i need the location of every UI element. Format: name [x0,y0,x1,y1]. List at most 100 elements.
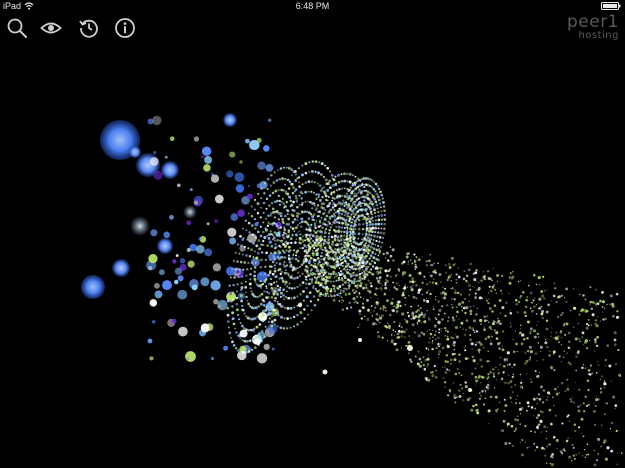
spray-dot [380,283,382,285]
spray-dot [316,252,319,254]
spray-dot [406,286,408,288]
ring-dot [371,223,375,226]
spray-dot [323,263,326,266]
ring-dot [383,222,386,226]
ring-dot [234,268,238,271]
spray-dot [375,302,379,306]
ring-dot [364,242,368,245]
ring-dot [331,223,334,226]
spray-dot [377,298,379,300]
spray-dot [573,457,576,459]
spray-dot [343,255,345,258]
spray-dot [305,269,309,273]
ring-dot [322,212,325,215]
spray-dot [406,311,409,314]
ring-dot [307,313,310,316]
spray-dot [371,260,373,262]
spray-dot [315,268,318,271]
ring-dot [377,218,381,222]
ring-dot [326,205,329,208]
ring-dot [281,197,284,200]
ring-dot [260,292,264,296]
spray-dot [587,318,590,321]
spray-dot [393,286,396,289]
spray-dot [525,298,529,302]
spray-dot [530,378,532,380]
spray-dot [418,285,421,288]
ring-dot [340,226,344,229]
spray-dot [595,344,599,348]
spray-dot [332,251,334,253]
spray-dot [363,277,366,281]
spray-dot [490,339,492,341]
spray-dot [574,429,577,433]
spray-dot [295,254,297,257]
spray-dot [353,255,356,258]
ring-dot [278,257,281,261]
ring-dot [338,221,341,224]
ring-dot [292,209,296,213]
spray-dot [503,359,506,363]
bubble [149,157,159,166]
spray-dot [375,276,379,280]
ring-dot [360,177,363,181]
ring-dot [302,290,305,293]
ring-dot [264,308,268,312]
view-button[interactable] [40,17,62,39]
spray-dot [377,280,380,283]
spray-dot [565,287,569,291]
spray-dot [450,287,452,290]
spray-dot [441,366,444,369]
ring-dot [272,292,276,296]
spray-dot [395,306,399,310]
ring-dot [261,298,265,302]
ring-dot [295,206,298,209]
spray-dot [424,278,427,280]
spray-dot [471,327,474,330]
ring-dot [371,216,374,219]
ring-dot [334,248,337,251]
spray-dot [597,452,600,455]
spray-dot [442,286,444,288]
ring-dot [293,229,296,233]
ring-dot [370,213,374,216]
spray-dot [432,289,434,291]
spray-dot [448,389,452,392]
ring-dot [308,278,311,281]
spray-dot [464,298,467,300]
spray-dot [599,387,602,390]
ring-dot [342,289,345,293]
spray-dot [312,274,315,276]
history-button[interactable] [78,17,100,39]
ring-dot [328,202,332,205]
info-button[interactable] [114,17,136,39]
search-button[interactable] [6,17,28,39]
spray-dot [354,246,358,250]
spray-dot [411,311,415,315]
ring-dot [292,200,295,204]
ring-dot [348,180,352,184]
ring-dot [271,288,274,291]
ring-dot [241,275,244,278]
ring-dot [258,333,261,336]
ring-dot [282,237,286,240]
spray-dot [338,294,341,297]
spray-dot [597,437,601,441]
ring-dot [315,193,318,196]
spray-dot [534,431,537,434]
spray-dot [609,294,613,298]
spray-dot [298,238,302,241]
spray-dot [356,301,359,304]
ring-dot [363,186,366,189]
spray-dot [562,448,566,451]
spray-dot [317,255,320,257]
spray-dot [521,438,524,442]
ring-dot [382,200,385,204]
spray-dot [451,303,453,306]
particle-visualization[interactable] [0,0,625,468]
ring-dot [283,261,286,264]
spray-dot [492,319,495,322]
ring-dot [280,270,284,274]
ring-dot [236,348,240,352]
spray-dot [584,367,587,370]
